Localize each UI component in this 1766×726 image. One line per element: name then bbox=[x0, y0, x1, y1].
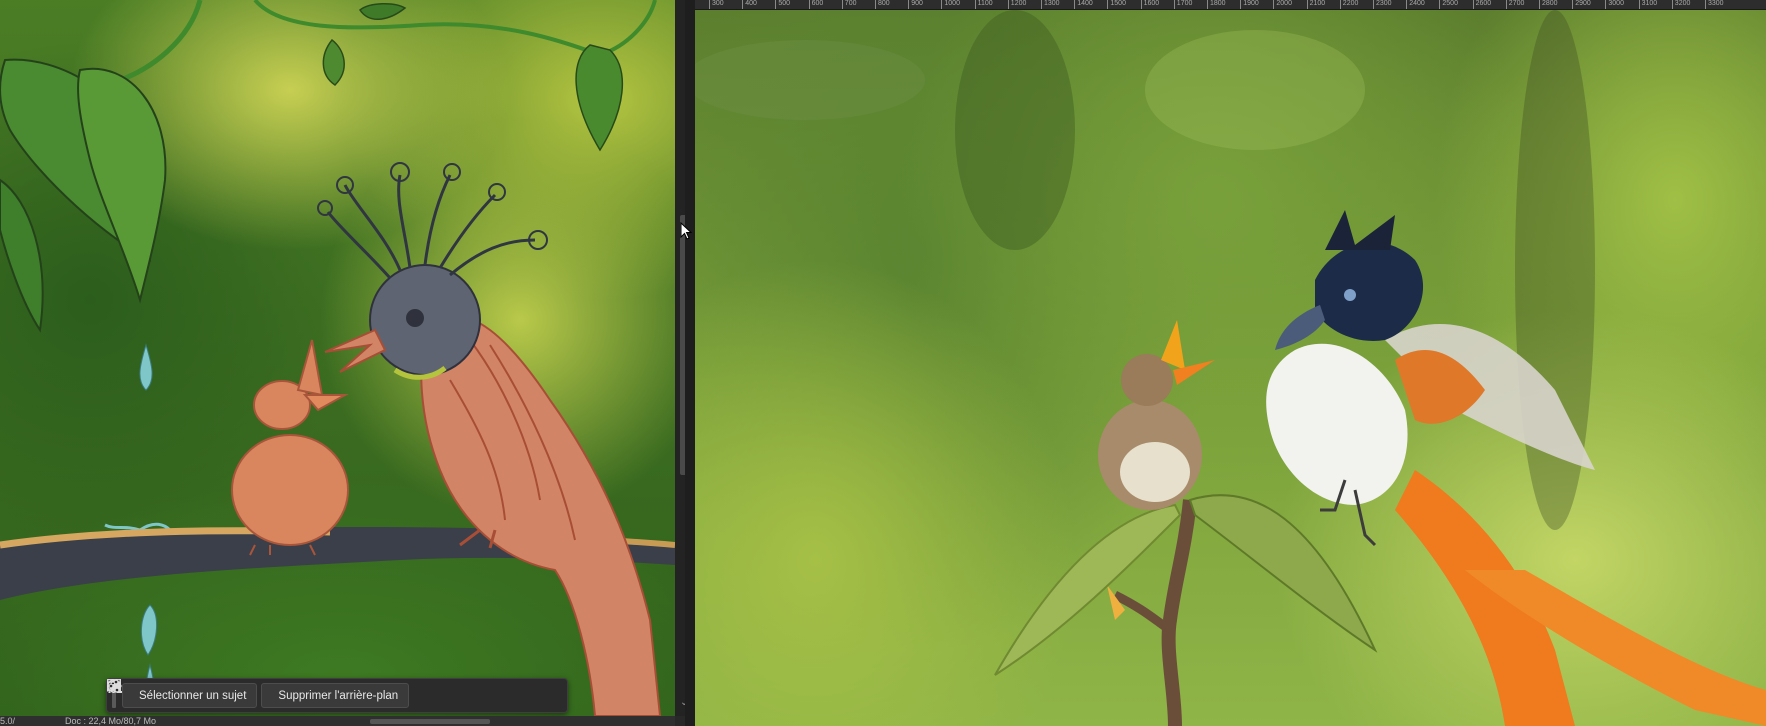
ruler-tick-label: 2400 bbox=[1406, 0, 1439, 9]
ruler-tick-label: 700 bbox=[841, 0, 875, 9]
select-subject-label: Sélectionner un sujet bbox=[139, 689, 247, 702]
ruler-tick-label: 1700 bbox=[1173, 0, 1207, 9]
status-bar: 5.0/ Doc : 22,4 Mo/80,7 Mo bbox=[0, 716, 675, 726]
ruler-tick-label: 2100 bbox=[1306, 0, 1340, 9]
ruler-tick-label: 1200 bbox=[1007, 0, 1041, 9]
ruler-tick-label: 2700 bbox=[1505, 0, 1539, 9]
document-size-info[interactable]: Doc : 22,4 Mo/80,7 Mo bbox=[65, 716, 156, 726]
ruler-tick-label: 1100 bbox=[974, 0, 1008, 9]
ruler-tick-label: 900 bbox=[908, 0, 941, 9]
illustration-canvas[interactable]: Sélectionner un sujet Supprimer l'arrièr… bbox=[0, 0, 675, 716]
illustration-artwork bbox=[0, 0, 675, 716]
ruler-tick-label: 800 bbox=[875, 0, 908, 9]
remove-background-label: Supprimer l'arrière-plan bbox=[278, 689, 399, 702]
transform-icon[interactable] bbox=[107, 681, 447, 708]
ruler-tick-label: 300 bbox=[709, 0, 742, 9]
mouse-cursor-icon bbox=[680, 221, 693, 245]
ruler-tick-label: 1000 bbox=[941, 0, 974, 9]
ruler-tick-label: 1500 bbox=[1107, 0, 1140, 9]
contrast-icon[interactable] bbox=[107, 679, 481, 708]
select-subject-button[interactable]: Sélectionner un sujet bbox=[107, 679, 258, 708]
ruler-tick-label: 400 bbox=[742, 0, 775, 9]
bird-photo bbox=[695, 10, 1766, 726]
ruler-tick-label: 3200 bbox=[1671, 0, 1705, 9]
ruler-tick-label: 2600 bbox=[1472, 0, 1506, 9]
ruler-tick-label: 1800 bbox=[1207, 0, 1240, 9]
ruler-tick-label: 3300 bbox=[1705, 0, 1738, 9]
ruler-tick-label: 2000 bbox=[1273, 0, 1306, 9]
ruler-tick-label: 3100 bbox=[1638, 0, 1672, 9]
ruler-tick-label: 2300 bbox=[1373, 0, 1406, 9]
horizontal-scrollbar[interactable] bbox=[370, 719, 490, 724]
ruler-tick-label: 2500 bbox=[1439, 0, 1472, 9]
ruler-tick-label: 2900 bbox=[1572, 0, 1605, 9]
ruler-tick-label: 500 bbox=[775, 0, 808, 9]
sliders-icon[interactable] bbox=[108, 679, 549, 708]
ruler-tick-label: 1400 bbox=[1074, 0, 1107, 9]
ruler-tick-label: 1300 bbox=[1041, 0, 1074, 9]
ruler-tick-label: 1600 bbox=[1140, 0, 1174, 9]
ruler-tick-label: 600 bbox=[808, 0, 842, 9]
panel-divider bbox=[685, 0, 695, 726]
horizontal-ruler[interactable]: 300 400 500 600 700 800 900 1000 1100 1200 1300 140… bbox=[695, 0, 1766, 10]
ruler-tick-label: 2800 bbox=[1539, 0, 1572, 9]
contextual-task-bar: Sélectionner un sujet Supprimer l'arrièr… bbox=[106, 678, 568, 713]
ruler-tick-label: 2200 bbox=[1339, 0, 1373, 9]
photo-canvas[interactable]: 300 400 500 600 700 800 900 1000 1100 1200 1300 140… bbox=[695, 0, 1766, 726]
ellipsis-icon[interactable] bbox=[108, 683, 515, 708]
remove-background-button[interactable]: Supprimer l'arrière-plan bbox=[107, 679, 410, 708]
ruler-tick-label: 3000 bbox=[1605, 0, 1638, 9]
ruler-tick-label: 1900 bbox=[1240, 0, 1273, 9]
zoom-level[interactable]: 5.0/ bbox=[0, 716, 15, 726]
